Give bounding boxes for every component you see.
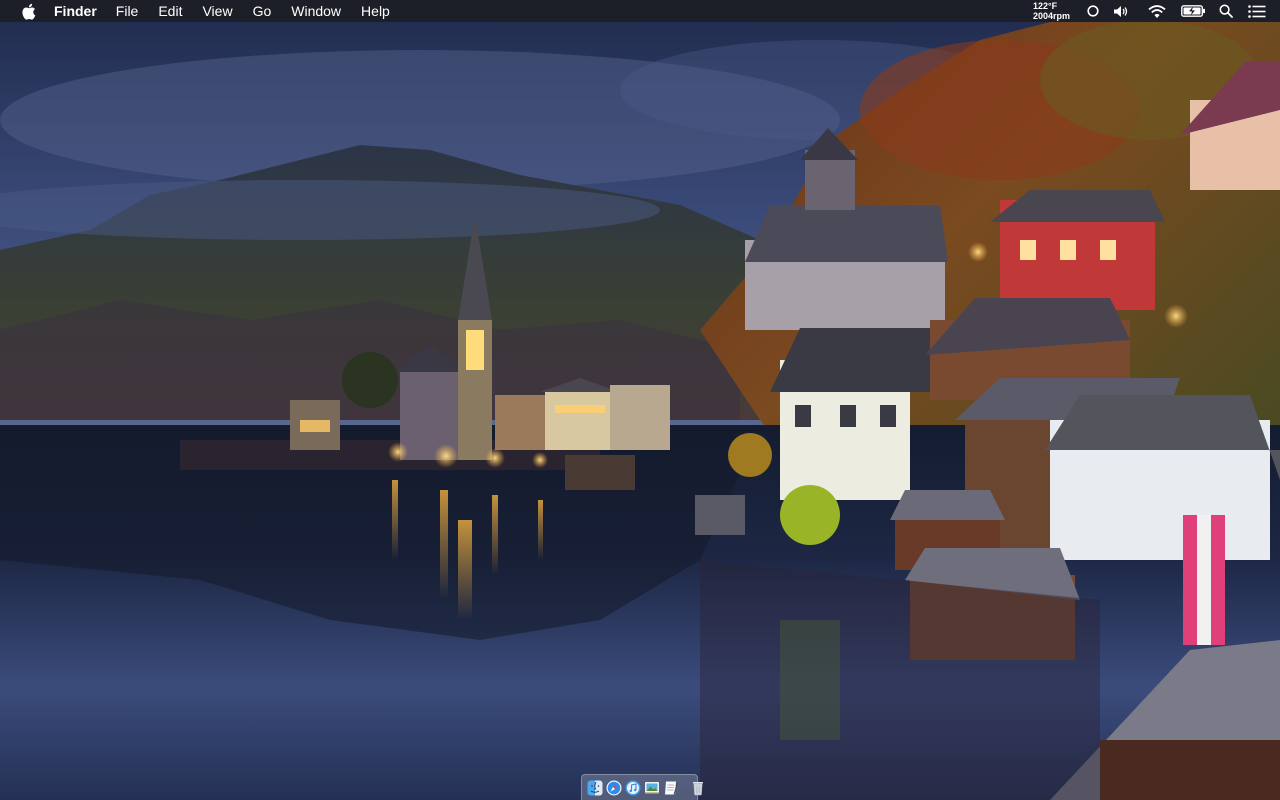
textedit-icon[interactable] bbox=[663, 780, 679, 796]
volume-icon[interactable] bbox=[1112, 0, 1130, 22]
circle-icon[interactable] bbox=[1086, 0, 1100, 22]
itunes-icon[interactable] bbox=[625, 780, 641, 796]
temperature-readout: 122°F bbox=[1032, 1, 1058, 11]
desktop-wallpaper bbox=[0, 0, 1280, 800]
status-menu-area: 122°F 2004rpm bbox=[1033, 0, 1280, 22]
fan-speed-readout: 2004rpm bbox=[1032, 11, 1070, 21]
wifi-icon[interactable] bbox=[1146, 0, 1168, 22]
dock bbox=[581, 774, 703, 800]
preview-icon[interactable] bbox=[644, 780, 660, 796]
apple-logo-icon[interactable] bbox=[18, 0, 38, 22]
safari-icon[interactable] bbox=[606, 780, 622, 800]
system-monitor-status[interactable]: 122°F 2004rpm bbox=[1033, 1, 1070, 21]
trash-icon[interactable] bbox=[690, 780, 706, 796]
desktop[interactable]: Finder File Edit View Go Window Help 122… bbox=[0, 0, 1280, 800]
menu-go[interactable]: Go bbox=[243, 0, 282, 22]
notification-center-icon[interactable] bbox=[1248, 0, 1266, 22]
menu-file[interactable]: File bbox=[106, 0, 149, 22]
menu-app-finder[interactable]: Finder bbox=[52, 0, 106, 22]
menu-view[interactable]: View bbox=[192, 0, 242, 22]
battery-charging-icon[interactable] bbox=[1180, 0, 1206, 22]
spotlight-search-icon[interactable] bbox=[1218, 0, 1234, 22]
finder-icon[interactable] bbox=[587, 780, 603, 800]
menu-help[interactable]: Help bbox=[351, 0, 400, 22]
menu-bar: Finder File Edit View Go Window Help 122… bbox=[0, 0, 1280, 22]
menu-window[interactable]: Window bbox=[281, 0, 351, 22]
menu-edit[interactable]: Edit bbox=[148, 0, 192, 22]
